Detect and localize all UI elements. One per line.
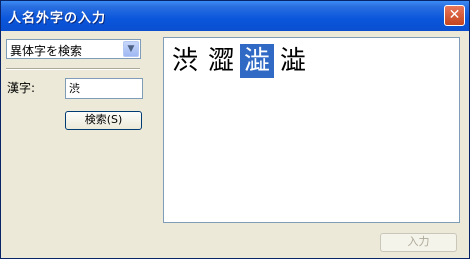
glyph-cell-selected[interactable]: 澁 [240, 44, 274, 78]
close-icon: ✕ [448, 7, 461, 23]
dialog-window: 人名外字の入力 ✕ 異体字を検索 ▼ 漢字: 渋 検索(S) 渋 澀 澁 澁 入… [0, 0, 470, 259]
glyph-list: 渋 澀 澁 澁 [168, 44, 312, 78]
window-title: 人名外字の入力 [8, 11, 107, 26]
glyph-cell[interactable]: 澁 [276, 44, 310, 78]
glyph-cell[interactable]: 渋 [168, 44, 202, 78]
title-bar[interactable]: 人名外字の入力 ✕ [1, 1, 469, 31]
chevron-down-icon[interactable]: ▼ [123, 41, 139, 57]
search-button[interactable]: 検索(S) [65, 111, 142, 130]
variant-results-panel: 渋 澀 澁 澁 [163, 37, 460, 223]
close-button[interactable]: ✕ [444, 5, 465, 26]
search-mode-select[interactable]: 異体字を検索 ▼ [6, 39, 141, 59]
separator [6, 68, 140, 70]
kanji-input[interactable]: 渋 [65, 78, 143, 99]
kanji-label: 漢字: [7, 81, 36, 95]
input-button[interactable]: 入力 [380, 233, 457, 252]
glyph-cell[interactable]: 澀 [204, 44, 238, 78]
search-mode-value: 異体字を検索 [10, 44, 83, 58]
